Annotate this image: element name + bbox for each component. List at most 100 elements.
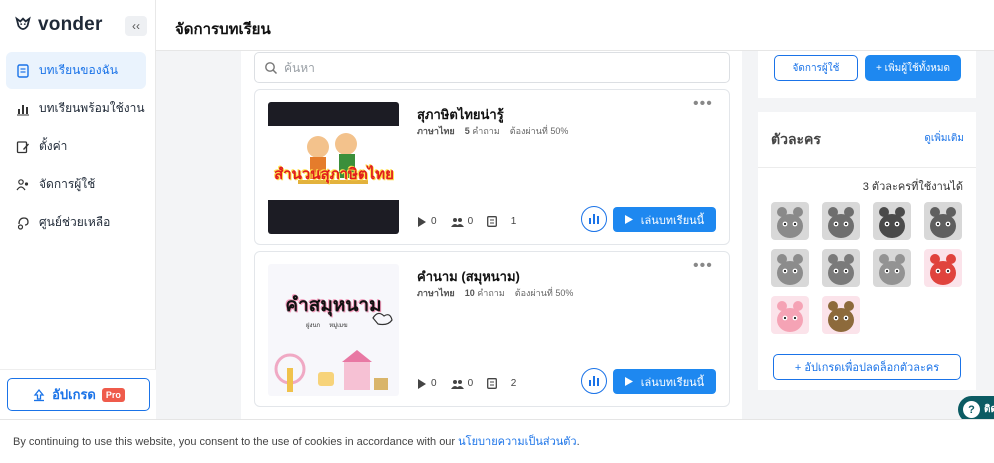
users-icon [16, 178, 29, 190]
lesson-thumbnail-text: คำสมุหนาม [285, 295, 382, 316]
more-options-button[interactable]: ••• [693, 95, 713, 113]
thumbnail-word-1: ฝูงนก [306, 323, 321, 329]
pages-count: 2 [510, 378, 517, 389]
pages-count: 1 [510, 216, 517, 227]
collapse-sidebar-button[interactable]: ‹‹ [125, 16, 147, 36]
brand-name: vonder [38, 14, 103, 35]
user-actions-panel: จัดการผู้ใช้ + เพิ่มผู้ใช้ทั้งหมด [758, 51, 976, 98]
upgrade-box: อัปเกรด Pro [0, 369, 156, 419]
sidebar-item-ready-lessons[interactable]: บทเรียนพร้อมใช้งาน [6, 90, 146, 127]
help-chat-label: ติด [984, 404, 994, 415]
manage-users-button[interactable]: จัดการผู้ใช้ [774, 55, 858, 81]
sidebar-item-my-lessons[interactable]: บทเรียนของฉัน [6, 52, 146, 89]
upgrade-button[interactable]: อัปเกรด Pro [7, 378, 150, 411]
lesson-pass-requirement: ต้องผ่านที่ 50% [509, 126, 569, 136]
unlock-characters-button[interactable]: + อัปเกรดเพื่อปลดล็อกตัวละคร [773, 354, 961, 380]
document-icon [17, 63, 29, 78]
characters-title: ตัวละคร [771, 131, 821, 147]
search-bar [254, 52, 730, 83]
character-avatar[interactable] [873, 249, 911, 287]
sidebar-item-manage-users[interactable]: จัดการผู้ใช้ [6, 166, 146, 203]
character-avatar[interactable] [771, 202, 809, 240]
lesson-title[interactable]: คำนาม (สมุหนาม) [417, 266, 520, 287]
characters-panel: ตัวละคร ดูเพิ่มเติม 3 ตัวละครที่ใช้งานได… [758, 112, 976, 390]
character-avatar[interactable] [924, 249, 962, 287]
users-icon [450, 217, 464, 227]
question-unit: คำถาม [472, 126, 500, 136]
cookie-banner: By continuing to use this website, you c… [0, 419, 994, 463]
sidebar-item-help-center[interactable]: ศูนย์ช่วยเหลือ [6, 204, 146, 241]
lesson-title[interactable]: สุภาษิตไทยน่ารู้ [417, 104, 504, 125]
play-lesson-button[interactable]: เล่นบทเรียนนี้ [613, 369, 716, 394]
lesson-stats: 0 0 1 [417, 216, 516, 227]
question-unit: คำถาม [477, 288, 505, 298]
lesson-thumbnail: คำสมุหนาม ฝูงนก หมู่เมฆ [268, 264, 399, 396]
sidebar-item-label: จัดการผู้ใช้ [39, 177, 96, 191]
plays-count: 0 [431, 378, 437, 389]
lesson-questions: 10 คำถาม [465, 286, 505, 300]
sidebar-item-settings[interactable]: ตั้งค่า [6, 128, 146, 165]
cookie-end: . [576, 436, 580, 448]
lesson-card[interactable]: คำสมุหนาม ฝูงนก หมู่เมฆ คำนาม (สมุหนาม) … [254, 251, 730, 407]
divider [758, 167, 976, 168]
lesson-subject: ภาษาไทย [417, 126, 455, 136]
page-title: จัดการบทเรียน [175, 21, 271, 38]
play-lesson-label: เล่นบทเรียนนี้ [640, 214, 705, 227]
play-icon [624, 377, 633, 386]
character-avatar[interactable] [822, 202, 860, 240]
character-avatar[interactable] [771, 249, 809, 287]
logo[interactable]: vonder [14, 14, 103, 36]
character-avatar[interactable] [873, 202, 911, 240]
play-icon [624, 215, 633, 224]
see-more-link[interactable]: ดูเพิ่มเติม [924, 131, 964, 146]
sidebar-item-label: ศูนย์ช่วยเหลือ [39, 215, 111, 229]
character-avatar[interactable] [822, 296, 860, 334]
plays-stat: 0 [417, 216, 437, 227]
sidebar-item-label: บทเรียนพร้อมใช้งาน [39, 101, 145, 115]
players-count: 0 [467, 378, 474, 389]
players-count: 0 [467, 216, 474, 227]
sidebar-nav: บทเรียนของฉัน บทเรียนพร้อมใช้งาน ตั้งค่า… [6, 52, 146, 242]
lesson-pass-requirement: ต้องผ่านที่ 50% [514, 288, 574, 298]
lesson-card[interactable]: สำนวนสุภาษิตไทย สุภาษิตไทยน่ารู้ ภาษาไทย… [254, 89, 730, 245]
plays-count: 0 [431, 216, 437, 227]
characters-count: 3 ตัวละครที่ใช้งานได้ [862, 181, 963, 193]
character-avatar[interactable] [924, 202, 962, 240]
search-icon [265, 61, 278, 74]
play-lesson-button[interactable]: เล่นบทเรียนนี้ [613, 207, 716, 232]
pro-badge: Pro [101, 387, 125, 402]
lesson-subject: ภาษาไทย [417, 288, 455, 298]
stats-button[interactable] [581, 368, 607, 394]
character-avatar[interactable] [771, 296, 809, 334]
search-input[interactable] [284, 60, 704, 75]
plays-stat: 0 [417, 378, 437, 389]
help-icon [17, 216, 29, 230]
pages-stat: 2 [487, 378, 516, 389]
bar-chart-icon [17, 104, 29, 115]
play-icon [418, 216, 426, 227]
bar-chart-icon [589, 376, 599, 386]
lesson-stats: 0 0 2 [417, 378, 516, 389]
add-all-users-button[interactable]: + เพิ่มผู้ใช้ทั้งหมด [865, 55, 961, 81]
upgrade-icon [33, 388, 45, 401]
bar-chart-icon [589, 214, 599, 224]
lesson-meta: ภาษาไทย 10 คำถาม ต้องผ่านที่ 50% [417, 286, 573, 300]
question-icon: ? [963, 401, 980, 418]
character-avatar[interactable] [822, 249, 860, 287]
lesson-thumbnail-text: สำนวนสุภาษิตไทย [274, 166, 394, 183]
question-count: 10 [464, 288, 475, 298]
page-icon [487, 378, 498, 389]
thumbnail-word-2: หมู่เมฆ [329, 323, 348, 329]
lesson-meta: ภาษาไทย 5 คำถาม ต้องผ่านที่ 50% [417, 124, 568, 138]
players-stat: 0 [450, 216, 474, 227]
stats-button[interactable] [581, 206, 607, 232]
play-icon [418, 378, 426, 389]
users-icon [450, 379, 464, 389]
cookie-text: By continuing to use this website, you c… [13, 436, 459, 448]
lesson-list-panel: สำนวนสุภาษิตไทย สุภาษิตไทยน่ารู้ ภาษาไทย… [241, 51, 742, 421]
sidebar: vonder ‹‹ บทเรียนของฉัน บทเรียนพร้อมใช้ง… [0, 0, 156, 463]
privacy-policy-link[interactable]: นโยบายความเป็นส่วนตัว [458, 436, 576, 448]
lesson-thumbnail-subtext: ฝูงนก หมู่เมฆ [306, 320, 348, 330]
lesson-thumbnail-art [274, 312, 393, 392]
more-options-button[interactable]: ••• [693, 257, 713, 275]
